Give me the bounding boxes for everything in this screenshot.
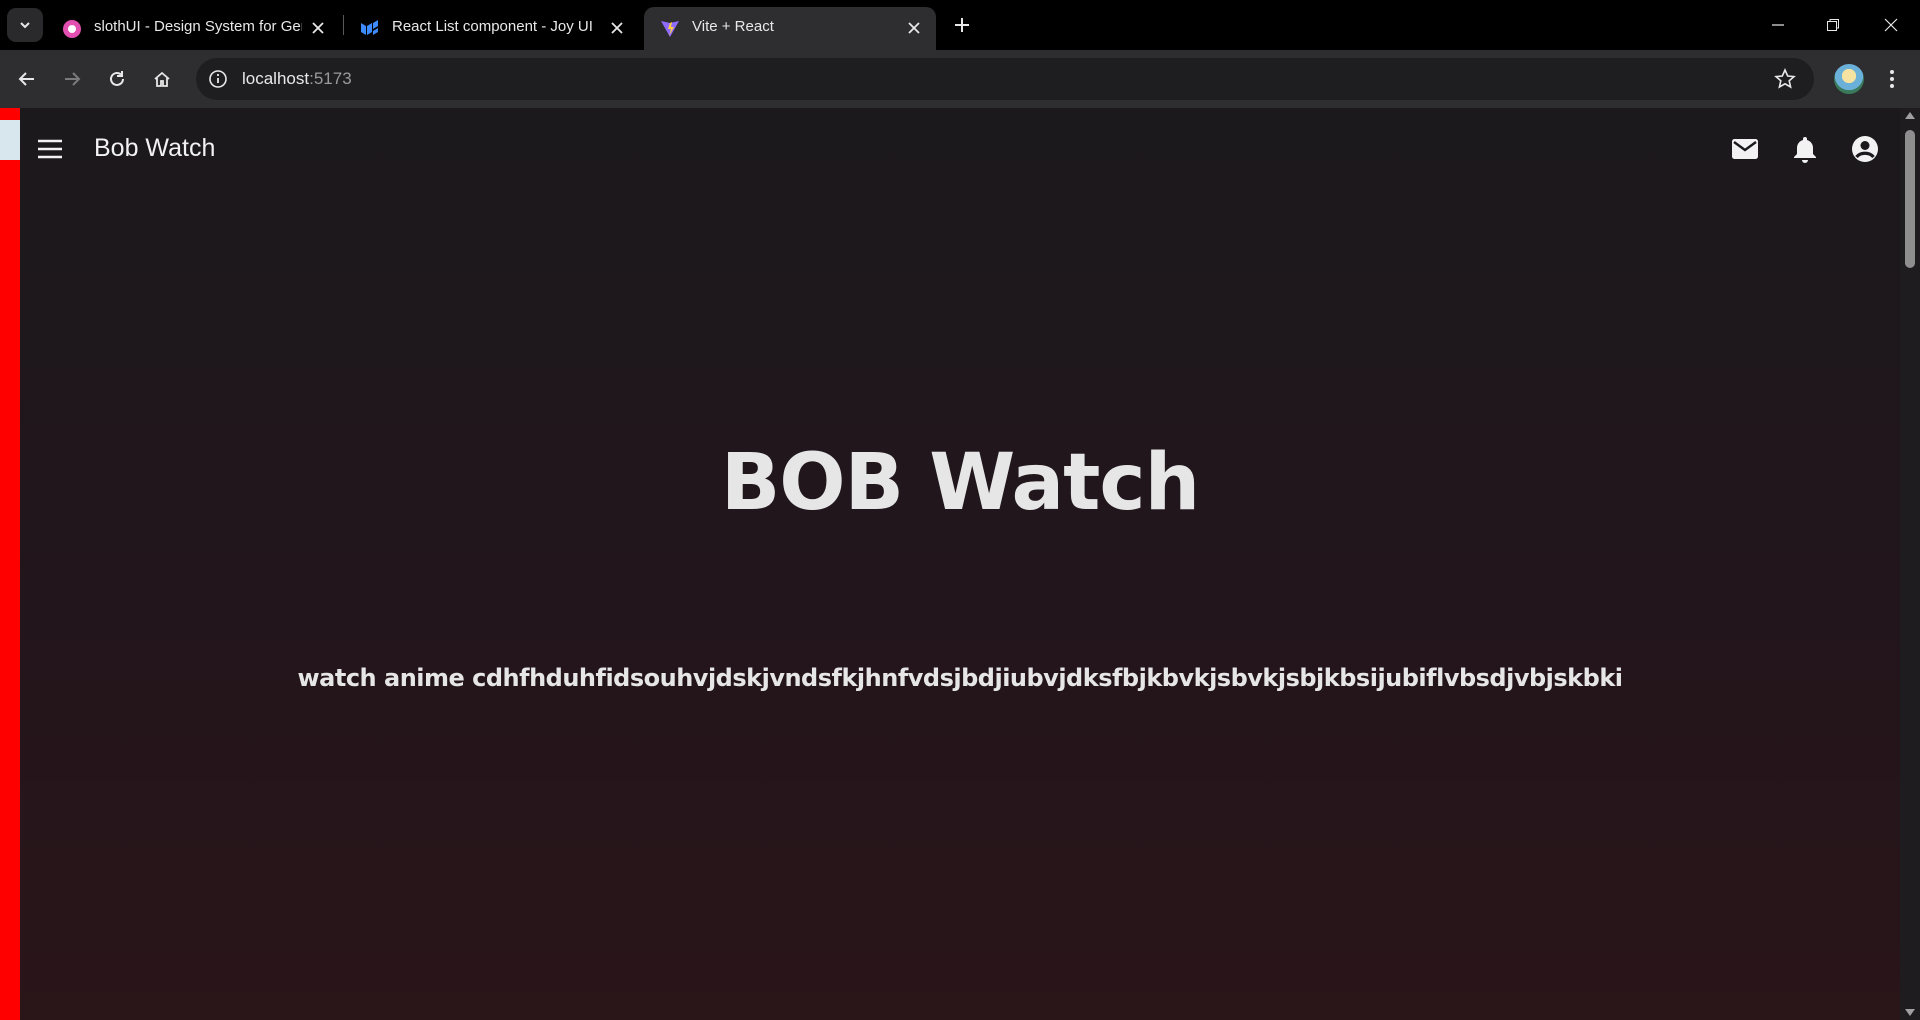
- restore-button[interactable]: [1820, 12, 1846, 38]
- close-icon[interactable]: [308, 18, 328, 38]
- close-icon[interactable]: [607, 18, 627, 38]
- app-bar: Bob Watch: [20, 108, 1900, 190]
- tab-title: React List component - Joy UI: [392, 18, 593, 35]
- address-bar[interactable]: localhost:5173: [196, 58, 1814, 100]
- mui-icon: [361, 20, 378, 35]
- hero-subtitle: watch anime cdhfhduhfidsouhvjdskjvndsfkj…: [297, 664, 1623, 692]
- bookmark-star-icon[interactable]: [1774, 68, 1796, 90]
- url-host: localhost: [242, 69, 310, 88]
- minimize-icon: [1772, 24, 1784, 26]
- close-window-button[interactable]: [1878, 12, 1904, 38]
- menu-icon: [38, 139, 62, 159]
- mail-icon: [1732, 139, 1758, 159]
- tab-joy-ui[interactable]: React List component - Joy UI: [344, 7, 640, 50]
- app-title: Bob Watch: [94, 134, 216, 162]
- browser-menu-button[interactable]: [1880, 65, 1904, 93]
- profile-avatar[interactable]: [1834, 64, 1864, 94]
- menu-button[interactable]: [30, 129, 70, 169]
- home-button[interactable]: [147, 64, 177, 94]
- page-scrollbar[interactable]: [1900, 108, 1920, 1020]
- bell-icon: [1794, 137, 1816, 163]
- forward-button[interactable]: [57, 64, 87, 94]
- tab-vite-react[interactable]: Vite + React: [644, 7, 936, 50]
- arrow-left-icon: [18, 72, 34, 86]
- close-icon: [1884, 18, 1898, 32]
- tab-title: Vite + React: [692, 18, 774, 35]
- browser-toolbar: localhost:5173: [0, 50, 1920, 108]
- reload-button[interactable]: [102, 64, 132, 94]
- page-viewport: Bob Watch BOB Watch watch anime cdhfhduh…: [0, 108, 1920, 1020]
- home-icon: [154, 71, 170, 87]
- drawer-handle[interactable]: [0, 120, 20, 160]
- close-icon[interactable]: [904, 18, 924, 38]
- scroll-up-arrow-icon[interactable]: [1905, 112, 1915, 119]
- plus-icon: [955, 18, 969, 32]
- slothui-icon: [63, 20, 81, 38]
- tab-title: slothUI - Design System for Ger: [94, 18, 302, 35]
- url-port: :5173: [309, 69, 352, 88]
- account-circle-icon: [1852, 136, 1878, 162]
- reload-icon: [110, 71, 124, 86]
- hero-heading: BOB Watch: [720, 438, 1200, 528]
- scroll-down-arrow-icon[interactable]: [1905, 1009, 1915, 1016]
- site-info-icon[interactable]: [208, 69, 228, 89]
- scroll-thumb[interactable]: [1905, 130, 1915, 268]
- tab-slothui[interactable]: slothUI - Design System for Ger: [46, 7, 340, 50]
- tab-search-button[interactable]: [7, 8, 43, 42]
- chevron-down-icon: [20, 22, 30, 29]
- browser-tab-strip: slothUI - Design System for Ger React Li…: [0, 0, 1920, 50]
- url-text[interactable]: localhost:5173: [242, 69, 352, 89]
- minimize-button[interactable]: [1765, 12, 1791, 38]
- mail-button[interactable]: [1725, 129, 1765, 169]
- more-vert-icon: [1890, 70, 1894, 88]
- new-tab-button[interactable]: [950, 13, 974, 37]
- restore-icon: [1827, 19, 1839, 31]
- notifications-button[interactable]: [1785, 129, 1825, 169]
- arrow-right-icon: [65, 72, 81, 86]
- account-button[interactable]: [1845, 129, 1885, 169]
- sidebar-drawer-edge[interactable]: [0, 108, 20, 1020]
- vite-icon: [661, 21, 679, 37]
- back-button[interactable]: [12, 64, 42, 94]
